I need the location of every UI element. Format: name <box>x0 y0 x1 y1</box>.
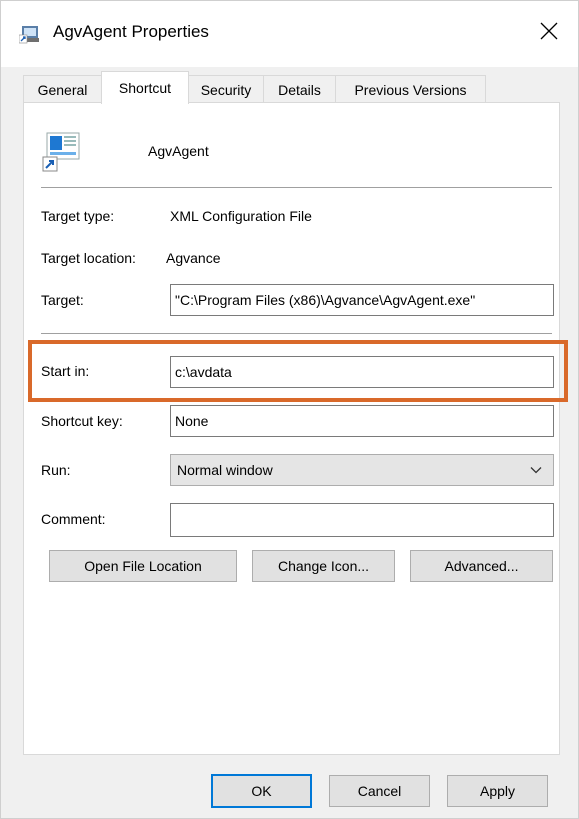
tab-security[interactable]: Security <box>188 75 264 103</box>
start-in-field[interactable]: c:\avdata <box>170 356 554 388</box>
target-type-label: Target type: <box>41 208 115 224</box>
start-in-label: Start in: <box>41 363 90 379</box>
open-file-location-button[interactable]: Open File Location <box>49 550 237 582</box>
change-icon-button[interactable]: Change Icon... <box>252 550 395 582</box>
ok-button[interactable]: OK <box>211 774 312 808</box>
close-icon <box>540 22 558 44</box>
cancel-button[interactable]: Cancel <box>329 775 430 807</box>
title-bar: AgvAgent Properties <box>1 1 578 67</box>
shortcut-key-field[interactable]: None <box>170 405 554 437</box>
shortcut-panel: AgvAgent Target type: XML Configuration … <box>23 102 560 755</box>
divider <box>41 187 552 188</box>
target-field[interactable]: "C:\Program Files (x86)\Agvance\AgvAgent… <box>170 284 554 316</box>
tab-shortcut[interactable]: Shortcut <box>101 71 189 104</box>
target-location-label: Target location: <box>41 250 136 266</box>
comment-field[interactable] <box>170 503 554 537</box>
tab-details[interactable]: Details <box>263 75 336 103</box>
target-type-value: XML Configuration File <box>170 208 312 224</box>
comment-label: Comment: <box>41 511 106 527</box>
shortcut-app-icon <box>18 23 41 45</box>
target-location-value: Agvance <box>166 250 221 266</box>
chevron-down-icon <box>529 463 543 480</box>
run-label: Run: <box>41 462 71 478</box>
target-label: Target: <box>41 292 84 308</box>
shortcut-name: AgvAgent <box>148 143 209 159</box>
divider <box>41 333 552 334</box>
advanced-button[interactable]: Advanced... <box>410 550 553 582</box>
run-select-value: Normal window <box>177 462 273 478</box>
apply-button[interactable]: Apply <box>447 775 548 807</box>
tab-general[interactable]: General <box>23 75 102 103</box>
tab-previous-versions[interactable]: Previous Versions <box>335 75 486 103</box>
window-title: AgvAgent Properties <box>53 22 209 41</box>
close-button[interactable] <box>530 13 568 53</box>
properties-dialog: AgvAgent Properties General Shortcut Sec… <box>0 0 579 819</box>
shortcut-large-icon <box>41 131 83 173</box>
shortcut-key-label: Shortcut key: <box>41 413 123 429</box>
run-select[interactable]: Normal window <box>170 454 554 486</box>
